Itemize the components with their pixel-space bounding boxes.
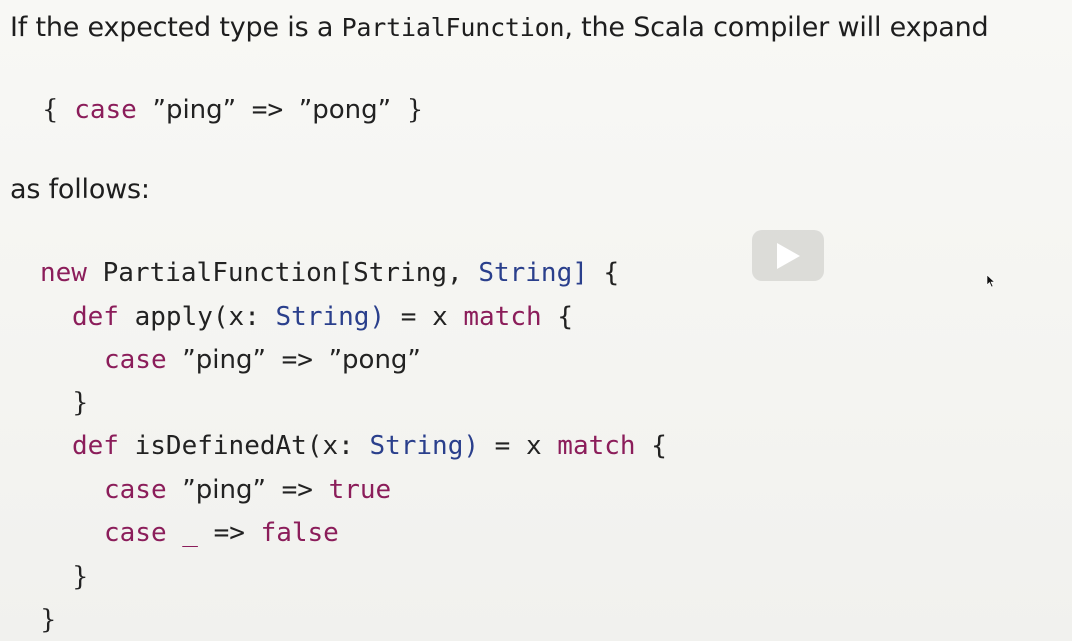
var-x: x [432, 302, 448, 332]
open-brace: { [42, 95, 59, 125]
new-keyword: new [40, 258, 87, 288]
lecture-slide: If the expected type is a PartialFunctio… [0, 0, 1072, 641]
code-line-9: } [40, 607, 57, 633]
brace: } [72, 562, 89, 592]
code-line-4: } [72, 390, 89, 416]
case-keyword: case [104, 475, 167, 505]
brace: } [72, 388, 89, 418]
pattern-string: ”ping” [152, 95, 237, 125]
arrow: => [251, 95, 284, 125]
arrow: => [213, 518, 245, 548]
case-keyword: case [104, 518, 167, 548]
brace: { [603, 258, 620, 288]
param-type: String) [275, 302, 386, 332]
as-follows-text: as follows: [10, 174, 150, 205]
brace: { [557, 302, 573, 332]
intro-type-name: PartialFunction [341, 13, 565, 42]
equals: = [494, 431, 511, 461]
code-line-6: case ”ping” => true [104, 477, 391, 503]
intro-before: If the expected type is a [10, 12, 342, 43]
pattern-string: ”ping” [182, 475, 266, 505]
arrow: => [281, 345, 313, 375]
arrow: => [281, 475, 313, 505]
brace: } [40, 605, 57, 635]
case-keyword: case [104, 345, 167, 375]
param-type: String) [369, 431, 480, 461]
play-icon [777, 242, 800, 269]
wildcard-pattern: _ [182, 518, 198, 548]
code-line-3: case ”ping” => ”pong” [104, 347, 421, 373]
partial-function-type: PartialFunction[String, [102, 258, 463, 288]
code-line-8: } [72, 564, 89, 590]
is-defined-at-signature: isDefinedAt(x: [134, 431, 354, 461]
intro-after: , the Scala compiler will expand [564, 12, 989, 43]
example-literal: { case ”ping” => ”pong” } [42, 97, 423, 123]
match-keyword: match [557, 431, 636, 461]
def-keyword: def [72, 431, 119, 461]
def-keyword: def [72, 302, 119, 332]
brace: { [651, 431, 667, 461]
code-line-2: def apply(x: String) = x match { [72, 304, 573, 330]
video-play-button[interactable] [752, 230, 824, 281]
apply-signature: apply(x: [134, 302, 260, 332]
code-line-1: new PartialFunction[String, String] { [40, 260, 619, 286]
code-line-5: def isDefinedAt(x: String) = x match { [72, 433, 667, 459]
result-string: ”pong” [328, 345, 421, 375]
equals: = [400, 302, 417, 332]
mouse-cursor-icon [986, 274, 996, 288]
var-x: x [525, 431, 542, 461]
true-literal: true [328, 475, 392, 505]
intro-text: If the expected type is a PartialFunctio… [10, 12, 989, 43]
code-line-7: case _ => false [104, 520, 339, 546]
string-type: String] [478, 258, 588, 288]
pattern-string: ”ping” [182, 345, 266, 375]
result-string: ”pong” [298, 95, 392, 125]
case-keyword: case [74, 95, 137, 125]
close-brace: } [406, 95, 424, 125]
false-literal: false [260, 518, 339, 548]
match-keyword: match [463, 302, 542, 332]
